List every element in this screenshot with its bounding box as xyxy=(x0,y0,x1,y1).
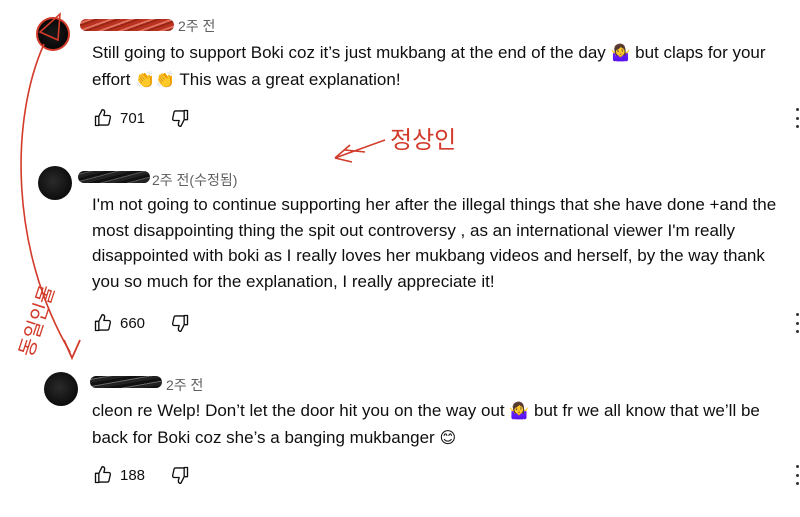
annotation-arrow-comment2 xyxy=(334,139,386,163)
like-count: 701 xyxy=(120,109,146,127)
comment-text: cleon re Welp! Don’t let the door hit yo… xyxy=(92,398,794,451)
more-icon[interactable] xyxy=(794,465,800,485)
comment-actions: 660 xyxy=(92,311,191,335)
smile-emoji: 😊 xyxy=(439,429,457,447)
like-icon[interactable] xyxy=(92,312,114,334)
more-icon[interactable] xyxy=(794,313,800,333)
comment-time: 2주 전 xyxy=(166,377,204,393)
author-name-redacted[interactable] xyxy=(78,171,150,183)
author-name-redacted[interactable] xyxy=(90,376,162,388)
shrug-emoji: 🤷‍♀️ xyxy=(509,403,530,420)
comment-actions: 701 xyxy=(92,106,191,130)
comment-text: I'm not going to continue supporting her… xyxy=(92,195,777,291)
comment-text: Still going to support Boki coz it’s jus… xyxy=(92,40,794,93)
comment-text-part: Still going to support Boki coz it’s jus… xyxy=(92,43,611,62)
avatar[interactable] xyxy=(36,17,70,51)
dislike-icon[interactable] xyxy=(169,312,191,334)
author-name-redacted[interactable] xyxy=(80,19,174,31)
like-icon[interactable] xyxy=(92,464,114,486)
comment-time: 2주 전 xyxy=(178,18,216,34)
clap-emoji: 👏👏 xyxy=(135,71,175,89)
avatar[interactable] xyxy=(44,372,78,406)
like-icon[interactable] xyxy=(92,107,114,129)
comment-text-part: This was a great explanation! xyxy=(175,69,401,89)
shrug-emoji: 🤷‍♀️ xyxy=(610,45,631,62)
avatar[interactable] xyxy=(38,166,72,200)
annotation-arrowhead-bottom xyxy=(63,339,81,361)
comment-time: 2주 전(수정됨) xyxy=(152,172,238,188)
dislike-icon[interactable] xyxy=(169,107,191,129)
dislike-icon[interactable] xyxy=(169,464,191,486)
like-count: 660 xyxy=(120,314,146,332)
annotation-note-side: 동일인물 xyxy=(14,282,60,359)
comment-text-part: cleon re Welp! Don’t let the door hit yo… xyxy=(92,401,510,420)
more-icon[interactable] xyxy=(794,108,800,128)
comment-actions: 188 xyxy=(92,463,191,487)
like-count: 188 xyxy=(120,466,146,484)
annotation-note-top: 정상인 xyxy=(390,126,456,154)
